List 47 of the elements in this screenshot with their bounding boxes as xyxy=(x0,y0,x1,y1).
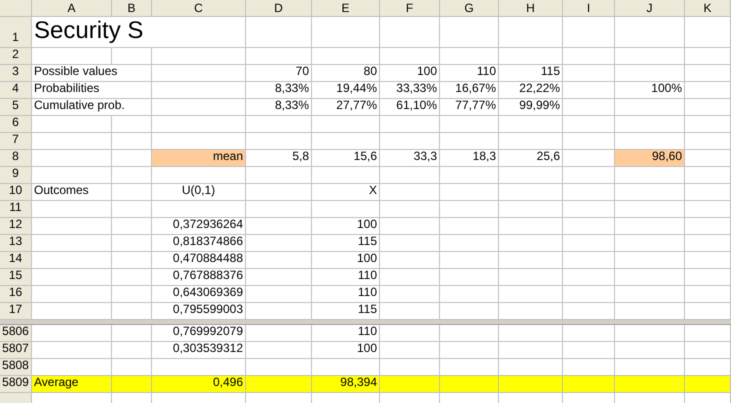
row-header[interactable]: 5806 xyxy=(0,325,32,342)
spreadsheet-cell[interactable]: 0,496 xyxy=(152,376,246,393)
column-header[interactable]: C xyxy=(152,0,246,17)
column-header[interactable]: E xyxy=(312,0,380,17)
row-header[interactable]: 14 xyxy=(0,252,32,269)
spreadsheet-cell[interactable] xyxy=(246,376,312,393)
row-header[interactable]: 13 xyxy=(0,235,32,252)
spreadsheet-cell[interactable] xyxy=(685,376,731,393)
spreadsheet-cell[interactable]: 98,394 xyxy=(312,376,380,393)
column-header[interactable]: G xyxy=(440,0,499,17)
row-header[interactable]: 5 xyxy=(0,99,32,116)
row-header[interactable]: 1 xyxy=(0,17,32,48)
spreadsheet-cell[interactable] xyxy=(499,376,563,393)
column-header[interactable]: B xyxy=(112,0,152,17)
row-header[interactable]: 17 xyxy=(0,303,32,320)
column-header[interactable]: J xyxy=(615,0,685,17)
row-header[interactable]: 5807 xyxy=(0,342,32,359)
column-header[interactable]: K xyxy=(685,0,731,17)
row-header[interactable]: 8 xyxy=(0,150,32,167)
split-bar[interactable] xyxy=(0,320,731,325)
row-header[interactable]: 10 xyxy=(0,184,32,201)
row-header[interactable]: 2 xyxy=(0,48,32,65)
row-header[interactable]: 4 xyxy=(0,82,32,99)
row-header[interactable]: 12 xyxy=(0,218,32,235)
row-header[interactable]: 16 xyxy=(0,286,32,303)
column-header[interactable]: F xyxy=(380,0,440,17)
column-header[interactable]: D xyxy=(246,0,312,17)
spreadsheet-cell[interactable]: mean xyxy=(152,150,246,167)
row-header[interactable]: 11 xyxy=(0,201,32,218)
row-header[interactable]: 5809 xyxy=(0,376,32,393)
row-header[interactable]: 9 xyxy=(0,167,32,184)
column-header[interactable]: H xyxy=(499,0,563,17)
select-all-corner[interactable] xyxy=(0,0,32,17)
row-header[interactable]: 5808 xyxy=(0,359,32,376)
spreadsheet-cell[interactable] xyxy=(615,376,685,393)
row-header[interactable]: 3 xyxy=(0,65,32,82)
column-header[interactable]: A xyxy=(32,0,112,17)
spreadsheet-cell[interactable] xyxy=(563,376,615,393)
spreadsheet-cell[interactable]: Average xyxy=(32,376,112,393)
spreadsheet-cell[interactable] xyxy=(440,376,499,393)
spreadsheet-cell[interactable]: 98,60 xyxy=(615,150,685,167)
row-header[interactable]: 15 xyxy=(0,269,32,286)
column-header[interactable]: I xyxy=(563,0,615,17)
row-header[interactable]: 7 xyxy=(0,133,32,150)
spreadsheet-cell[interactable] xyxy=(112,376,152,393)
row-header[interactable]: 6 xyxy=(0,116,32,133)
spreadsheet-cell[interactable] xyxy=(380,376,440,393)
